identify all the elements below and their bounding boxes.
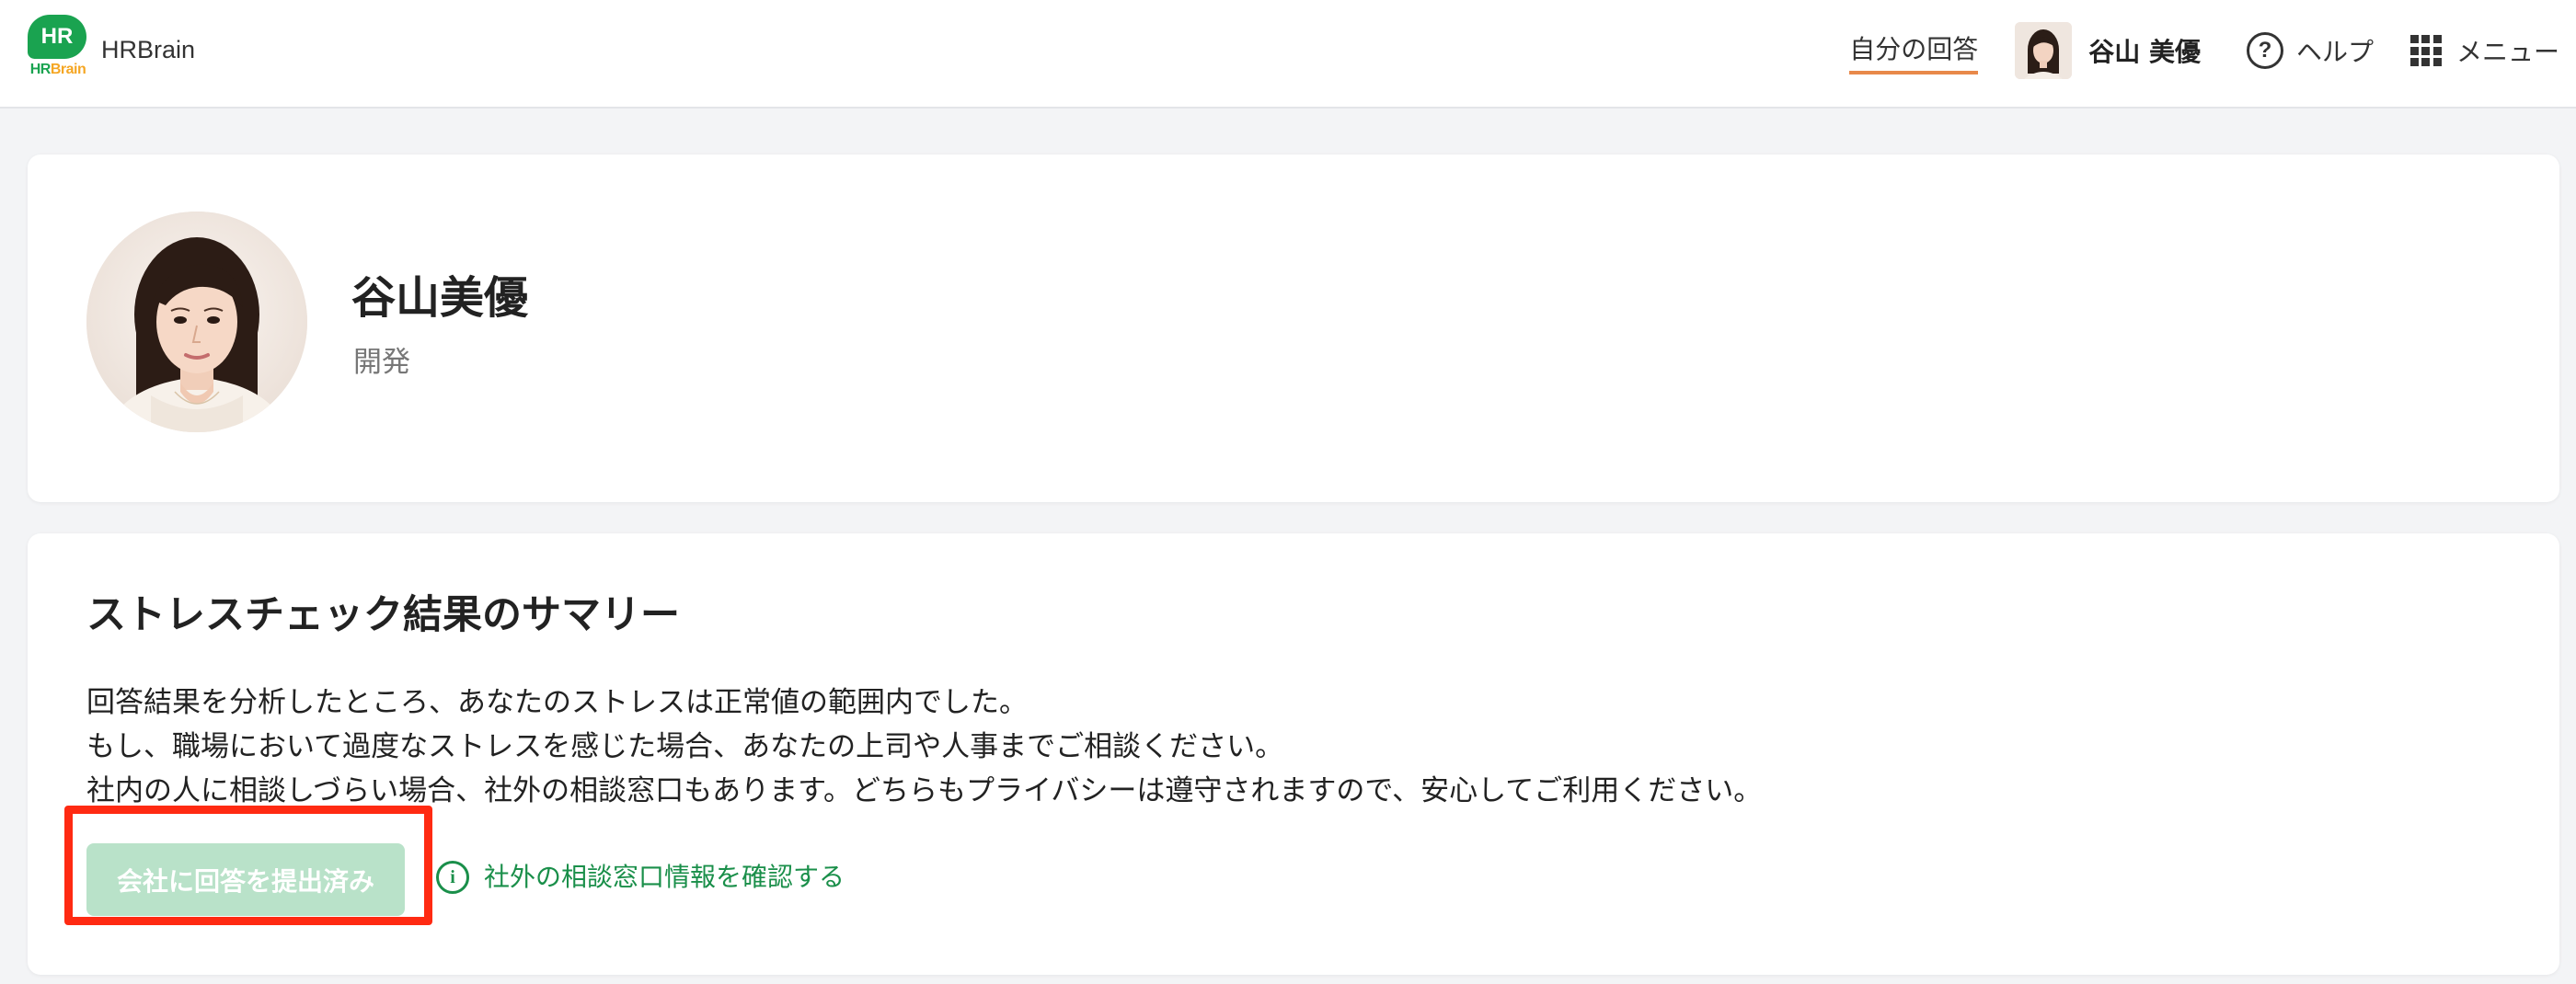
- help-button[interactable]: ? ヘルプ: [2246, 32, 2374, 69]
- logo-wordmark-primary: HR: [29, 62, 52, 77]
- user-menu[interactable]: 谷山 美優: [2015, 22, 2201, 79]
- info-circle-icon: i: [436, 861, 469, 894]
- summary-line: 回答結果を分析したところ、あなたのストレスは正常値の範囲内でした。: [86, 686, 1028, 719]
- summary-title: ストレスチェック結果のサマリー: [86, 592, 680, 638]
- logo-wordmark: HRBrain: [26, 61, 90, 79]
- logo-bubble: HR: [28, 15, 86, 59]
- help-label: ヘルプ: [2295, 37, 2374, 67]
- summary-body: 回答結果を分析したところ、あなたのストレスは正常値の範囲内でした。 もし、職場に…: [86, 681, 1762, 813]
- stress-check-summary-card: ストレスチェック結果のサマリー 回答結果を分析したところ、あなたのストレスは正常…: [28, 533, 2559, 975]
- summary-line: もし、職場において過度なストレスを感じた場合、あなたの上司や人事までご相談くださ…: [86, 730, 1284, 763]
- profile-name: 谷山美優: [351, 272, 529, 324]
- app-header: HR HRBrain HRBrain 自分の回答 谷山 美優 ? ヘルプ メニュ…: [0, 0, 2576, 109]
- hrbrain-logo[interactable]: HR HRBrain: [26, 15, 90, 79]
- menu-button[interactable]: メニュー: [2409, 32, 2559, 69]
- profile-portrait-icon: [86, 212, 307, 432]
- logo-wordmark-accent: Brain: [50, 62, 86, 77]
- submitted-to-company-button[interactable]: 会社に回答を提出済み: [86, 843, 405, 916]
- question-circle-icon: ?: [2246, 32, 2283, 69]
- nav-my-answers[interactable]: 自分の回答: [1849, 34, 1979, 74]
- profile-department: 開発: [353, 346, 410, 379]
- external-consultation-label: 社外の相談窓口情報を確認する: [484, 862, 845, 892]
- avatar-portrait-icon: [2015, 22, 2073, 79]
- menu-label: メニュー: [2455, 37, 2559, 67]
- grid-menu-icon: [2409, 35, 2442, 66]
- user-name: 谷山 美優: [2088, 37, 2201, 67]
- app-name: HRBrain: [101, 36, 196, 63]
- external-consultation-link[interactable]: i 社外の相談窓口情報を確認する: [436, 861, 845, 894]
- header-nav: 自分の回答 谷山 美優 ? ヘルプ メニュー: [1849, 0, 2559, 101]
- profile-card: 谷山美優 開発: [28, 154, 2559, 502]
- summary-line: 社内の人に相談しづらい場合、社外の相談窓口もあります。どちらもプライバシーは遵守…: [86, 774, 1763, 807]
- profile-avatar: [86, 212, 307, 432]
- avatar: [2015, 22, 2073, 79]
